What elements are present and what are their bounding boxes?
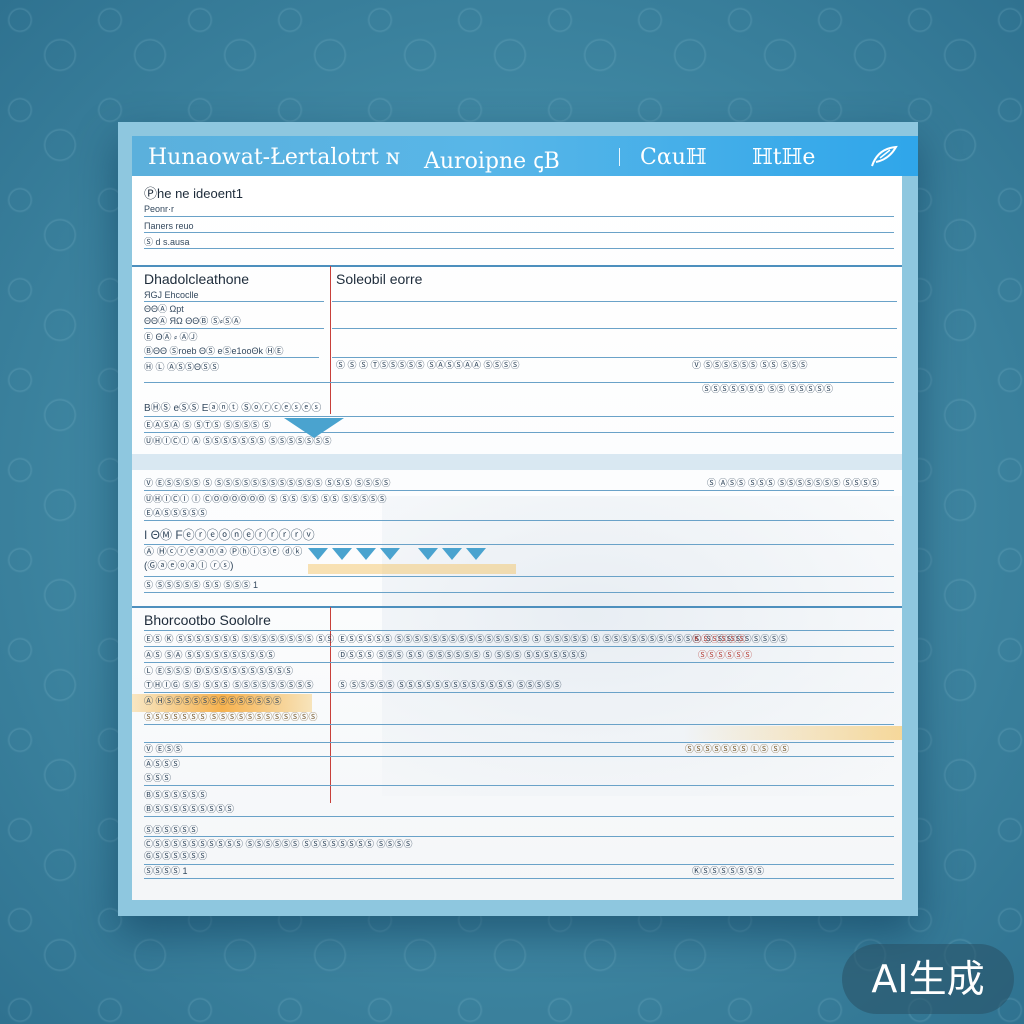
section3-row: ⒺⒶⓈⒶ Ⓢ ⓈⓉⓈ ⓈⓈⓈⓈ Ⓢ [144, 420, 272, 430]
header-title-d: ℍtℍe [752, 145, 816, 170]
rule [144, 785, 894, 786]
section3-heading: ΒⒽⓈ eⓈⓈ Eⓐⓝⓣ Ⓢⓞⓡⓒⓔⓢⓔⓢ [144, 403, 322, 414]
section2-heading-right: Soleobil eorre [336, 271, 423, 287]
form-paper: Ⓟhe ne ideoent1 Ρeonr·r Πaners reuo Ⓢ d … [132, 176, 902, 900]
form-sheet: Ηunaowat-Łertalotrt ɴ Auroipne ꞔΒ Cαuℍ ℍ… [118, 122, 918, 916]
rule [332, 357, 897, 358]
bottom-row-left: ⒸⓈⓈⓈⓈⓈⓈⓈⓈⓈⓈ ⓈⓈⓈⓈⓈⓈ ⓈⓈⓈⓈⓈⓈⓈⓈ ⓈⓈⓈⓈ [144, 839, 413, 849]
bottom-row-left: ⓈⓈⓈ [144, 773, 172, 783]
rule [144, 357, 319, 358]
rule [144, 836, 894, 837]
section-divider [132, 265, 902, 267]
section2-heading-left: Dhadolcleathone [144, 271, 250, 287]
rule [144, 576, 894, 577]
rule [144, 432, 894, 433]
rule [144, 816, 894, 817]
section2-row: Ⓗ Ⓛ ⒶⓈⓈΘⓈⓈ [144, 362, 220, 372]
section5-row: Ⓐ Ⓗⓒⓡⓔⓐⓝⓐ Ⓟⓗⓘⓢⓔ ⓓⓚ [144, 547, 303, 558]
section2-row: ΘΘⒶ Ωpt [144, 304, 184, 314]
bottom-row-left: ⓈⓈⓈⓈ 1 [144, 866, 188, 876]
section2-right-row: ⓈⓈⓈⓈⓈⓈⓈ ⓈⓈ ⓈⓈⓈⓈⓈ [702, 384, 834, 394]
rule [144, 301, 324, 302]
bottom-row-right: ⓈⓈⓈⓈⓈⓈⓈ ⓁⓈ ⓈⓈ [685, 744, 790, 754]
rule [144, 248, 894, 249]
section2-right-row: Ⓥ ⓈⓈⓈⓈⓈⓈ ⓈⓈ ⓈⓈⓈ [692, 360, 808, 370]
rule [144, 742, 894, 743]
rule [144, 692, 894, 693]
rule [144, 724, 894, 725]
rule [144, 756, 894, 757]
ai-generated-badge: AI生成 [842, 944, 1014, 1014]
margin-rule [330, 266, 331, 414]
section5-row: (Ⓖⓐⓔⓞⓐⓛ ⓡⓢ) [144, 561, 234, 572]
rule [144, 490, 894, 491]
rule [332, 301, 897, 302]
section6-row-mid: ⒹⓈⓈⓈ ⓈⓈⓈ ⓈⓈ ⓈⓈⓈⓈⓈⓈ Ⓢ ⓈⓈⓈ ⓈⓈⓈⓈⓈⓈⓈ [338, 650, 588, 660]
decorative-chevron [284, 418, 344, 438]
section2-row: Ⓔ ΘⒶ ⸗ ⒶⒿ [144, 332, 198, 342]
header-title-left: Ηunaowat-Łertalotrt ɴ [148, 145, 401, 170]
section6-row-left: ⒺⓈ Ⓚ ⓈⓈⓈⓈⓈⓈⓈ ⓈⓈⓈⓈⓈⓈⓈⓈ ⓈⓈ [144, 634, 335, 644]
section5-heading: I ΘⓂ Fⓔⓡⓔⓞⓝⓔⓡⓡⓡⓡⓥ [144, 528, 315, 542]
rule [144, 232, 894, 233]
section2-row: ЯGJ Ehcoclle [144, 290, 199, 300]
section-divider [132, 606, 902, 608]
header-title-c: Cαuℍ [640, 145, 707, 170]
section2-row: ⒷΘΘ Ⓢroeb ΘⓈ eⓈe1ooΘk ⒽⒺ [144, 346, 284, 356]
decorative-chevron-strip [308, 548, 486, 560]
bottom-row-left: ⒼⓈⓈⓈⓈⓈⓈ [144, 851, 208, 861]
form-header: Ηunaowat-Łertalotrt ɴ Auroipne ꞔΒ Cαuℍ ℍ… [132, 136, 918, 176]
section5-row: Ⓢ ⓈⓈⓈⓈⓈ ⓈⓈ ⓈⓈⓈ 1 [144, 580, 259, 590]
rule [144, 646, 894, 647]
rule [144, 662, 894, 663]
section1-row: Πaners reuo [144, 221, 194, 231]
rule [144, 864, 894, 865]
section1-heading: Ⓟhe ne ideoent1 [144, 186, 244, 201]
rule [144, 592, 894, 593]
rule [144, 544, 894, 545]
section1-row: Ⓢ d s.ausa [144, 237, 190, 247]
rule [144, 216, 894, 217]
section2-mid-row: Ⓢ Ⓢ Ⓢ ⓉⓈⓈⓈⓈⓈ ⓈⒶⓈⓈⒶⒶ ⓈⓈⓈⓈ [336, 360, 520, 370]
section4-row: ⒺⒶⓈⓈⓈⓈⓈ [144, 508, 208, 518]
rule [144, 878, 894, 879]
bottom-row-left: ⒷⓈⓈⓈⓈⓈⓈ [144, 790, 208, 800]
section4-row: Ⓥ ⒺⓈⓈⓈⓈ Ⓢ ⓈⓈⓈⓈⓈⓈⓈⓈⓈⓈⓈⓈ ⓈⓈⓈ ⓈⓈⓈⓈ [144, 478, 391, 488]
section6-row-left: Ⓛ ⒺⓈⓈⓈ ⒹⓈⓈⓈⓈⓈⓈⓈⓈⓈⓈ [144, 666, 294, 676]
rule [144, 520, 894, 521]
rule [144, 630, 894, 631]
rule [144, 382, 894, 383]
rule [144, 328, 324, 329]
header-title-mid: Auroipne ꞔΒ [424, 149, 560, 174]
section-band [132, 454, 902, 470]
bottom-row-left: ⒷⓈⓈⓈⓈⓈⓈⓈⓈⓈ [144, 804, 235, 814]
highlight-strip [308, 564, 516, 574]
bottom-row-right: ⓀⓈⓈⓈⓈⓈⓈⓈ [692, 866, 765, 876]
section6-row-left: Ⓐ ⒽⓈⓈⓈⓈⓈⓈⓈⓈⓈⓈⓈⓈⓈ [144, 696, 282, 706]
rule [144, 416, 894, 417]
rule [332, 328, 897, 329]
section6-row-left: ⓈⓈⓈⓈⓈⓈⓈ ⓈⓈⓈⓈⓈⓈⓈⓈⓈⓈⓈⓈ [144, 712, 318, 722]
section2-row: ΘΘⒶ ЯΩ ΘΘⒷ Ⓢ⸗ⓈⒶ [144, 316, 241, 326]
section6-row-right: ⓈⓈⓈⓈⓈⓈ [698, 650, 753, 660]
section4-right: Ⓢ ⒶⓈⓈ ⓈⓈⓈ ⓈⓈⓈⓈⓈⓈⓈ ⓈⓈⓈⓈ [707, 478, 880, 488]
header-divider [619, 148, 620, 166]
leaf-icon [871, 145, 898, 167]
section6-row-right: ⓀⓈⓈⓈⓈⓈ [692, 634, 747, 644]
bottom-row-left: Ⓥ ⒺⓈⓈ [144, 744, 183, 754]
bottom-row-left: ⒶⓈⓈⓈ [144, 759, 181, 769]
section1-row: Ρeonr·r [144, 204, 175, 214]
section6-row-left: ⒶⓈ ⓈⒶ ⓈⓈⓈⓈⓈⓈⓈⓈⓈⓈ [144, 650, 276, 660]
section4-row: ⓊⒽⒾⒸⒾ Ⓘ ⒸⓄⓄⓄⓄⓄⓄ Ⓢ ⓈⓈ ⓈⓈ ⓈⓈ ⓈⓈⓈⓈⓈ [144, 494, 387, 504]
section6-row-mid: Ⓢ ⓈⓈⓈⓈⓈ ⓈⓈⓈⓈⓈⓈⓈⓈⓈⓈⓈⓈⓈ ⓈⓈⓈⓈⓈ [338, 680, 562, 690]
bottom-row-left: ⓈⓈⓈⓈⓈⓈ [144, 825, 199, 835]
section6-row-left: ⓉⒽⒾⒼ ⓈⓈ ⓈⓈⓈ ⓈⓈⓈⓈⓈⓈⓈⓈⓈ [144, 680, 314, 690]
section6-heading: Bhorcootbo Soololre [144, 612, 271, 628]
highlight-strip [684, 726, 902, 740]
